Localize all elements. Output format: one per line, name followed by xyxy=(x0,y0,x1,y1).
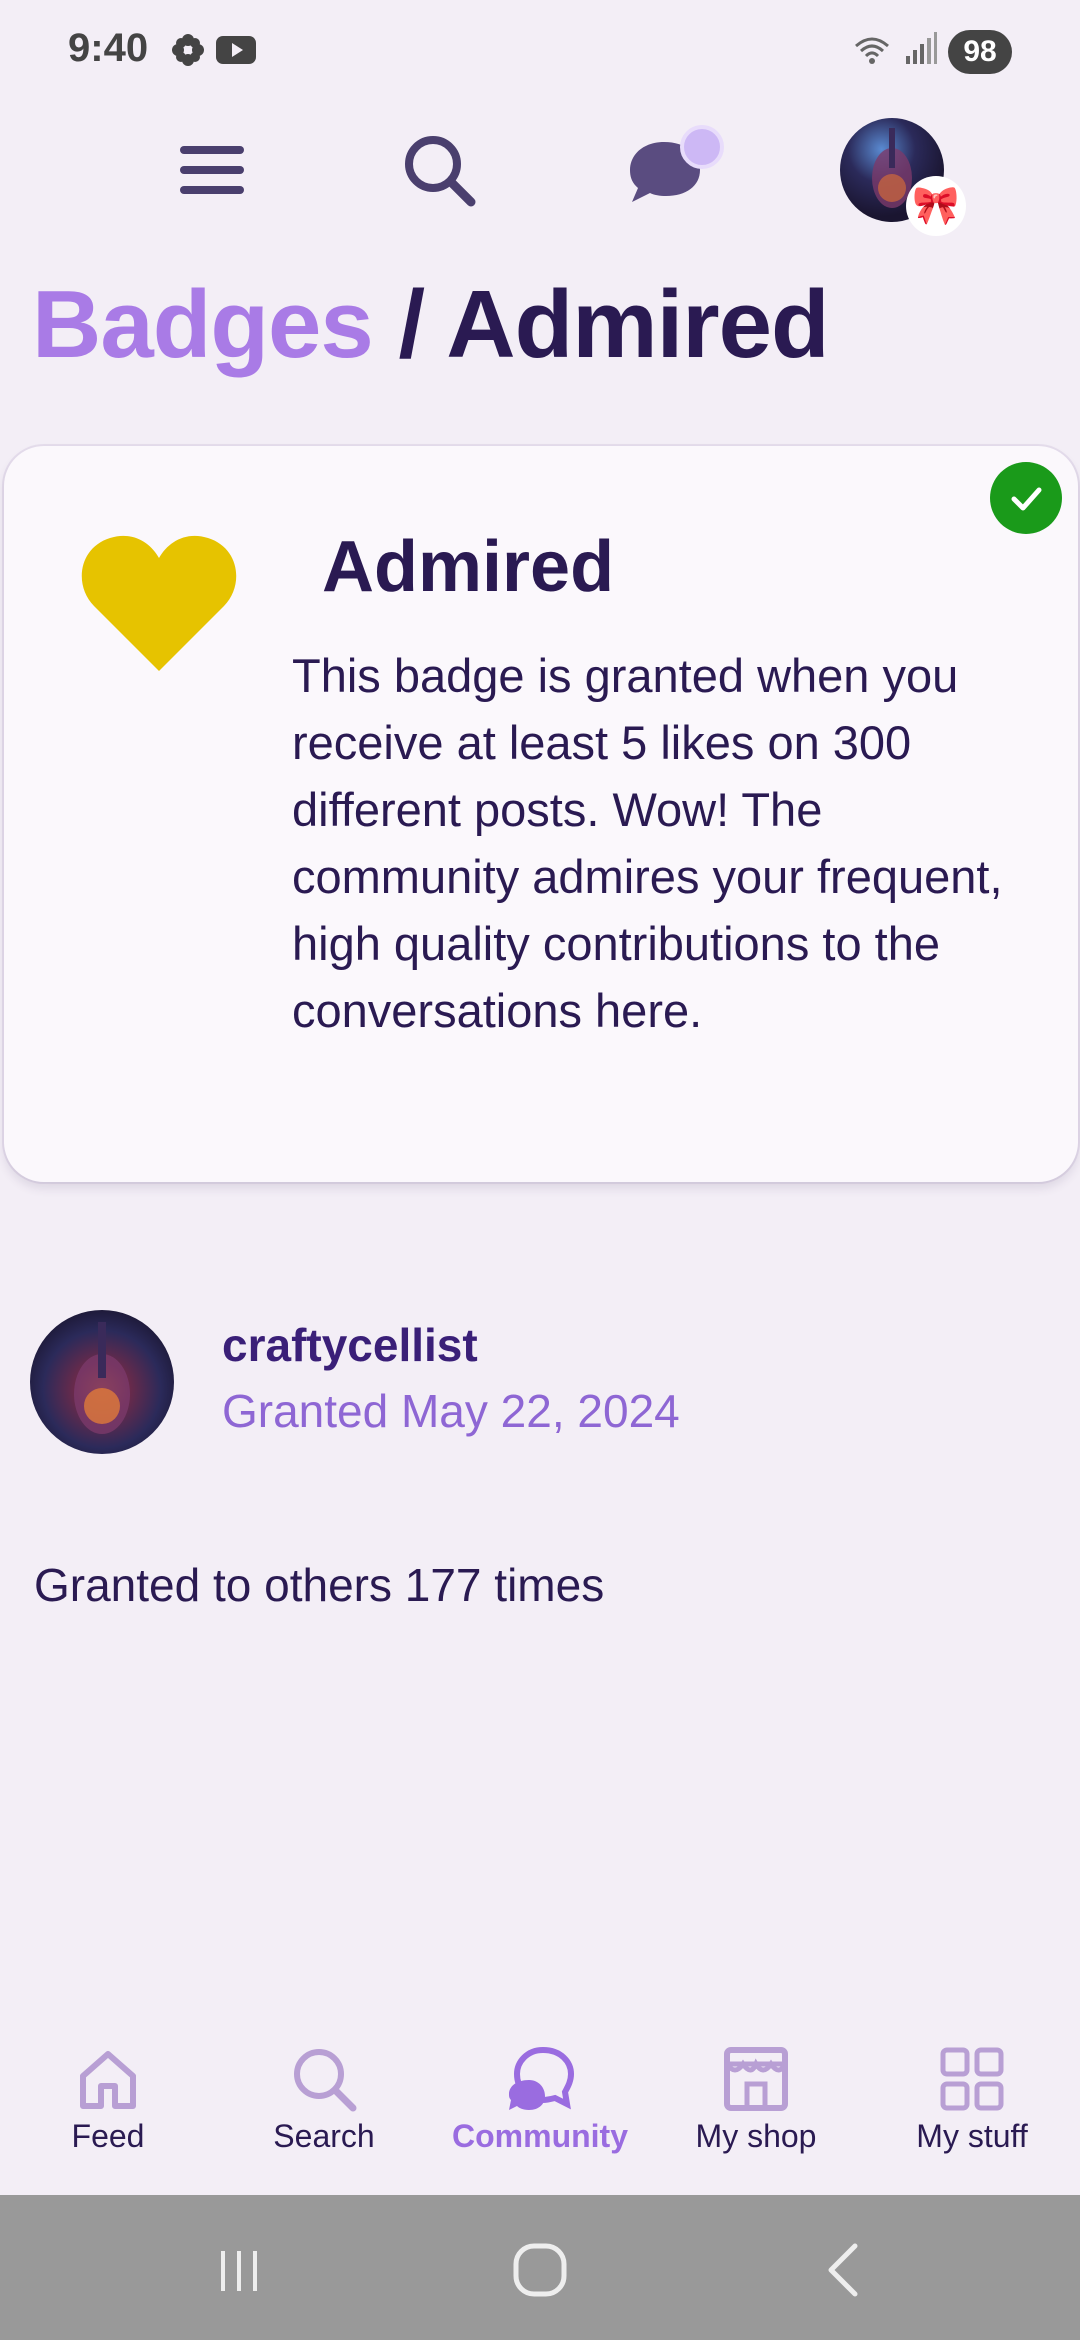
badge-description: This badge is granted when you receive a… xyxy=(292,649,1003,1037)
badge-name: Admired xyxy=(322,527,615,607)
shop-icon xyxy=(724,2047,788,2111)
unread-indicator xyxy=(680,125,724,169)
granted-others-count: Granted to others 177 times xyxy=(34,1559,605,1611)
menu-button[interactable] xyxy=(158,115,268,225)
page-title: Badges / Admired xyxy=(32,270,830,380)
recents-button[interactable] xyxy=(200,2235,280,2305)
bottom-navigation: Feed Search Community My shop My stuff xyxy=(0,2030,1080,2195)
nav-community[interactable]: Community xyxy=(432,2030,648,2195)
search-icon xyxy=(294,2049,357,2112)
hamburger-icon xyxy=(180,146,244,194)
signal-icon xyxy=(904,32,938,73)
grantee-username[interactable]: craftycellist xyxy=(222,1318,478,1372)
status-time: 9:40 xyxy=(68,26,149,70)
heart-icon xyxy=(74,526,244,681)
nav-search[interactable]: Search xyxy=(216,2030,432,2195)
status-bar: 9:40 98 xyxy=(0,0,1080,105)
nav-my-shop-label: My shop xyxy=(695,2118,817,2154)
home-button[interactable] xyxy=(500,2235,580,2305)
nav-my-stuff[interactable]: My stuff xyxy=(864,2030,1080,2195)
youtube-icon xyxy=(216,32,256,73)
breadcrumb-separator: / xyxy=(398,271,425,378)
nav-community-label: Community xyxy=(452,2118,628,2154)
wifi-icon xyxy=(852,32,892,73)
badge-card: Admired This badge is granted when you r… xyxy=(4,446,1078,1182)
bow-badge-icon: 🎀 xyxy=(906,176,966,236)
breadcrumb-badges-link[interactable]: Badges xyxy=(32,271,374,378)
flower-icon xyxy=(170,32,206,73)
recents-icon xyxy=(221,2251,257,2291)
messages-button[interactable] xyxy=(610,115,724,225)
system-navigation-bar xyxy=(0,2195,1080,2340)
cello-image xyxy=(74,1322,130,1434)
community-icon xyxy=(509,2046,575,2110)
nav-my-shop[interactable]: My shop xyxy=(648,2030,864,2195)
home-circle-icon xyxy=(513,2243,567,2297)
nav-feed[interactable]: Feed xyxy=(0,2030,216,2195)
grant-date: Granted May 22, 2024 xyxy=(222,1385,680,1437)
search-button[interactable] xyxy=(384,115,494,225)
grantee-avatar[interactable] xyxy=(30,1310,174,1454)
grid-icon xyxy=(940,2047,1004,2111)
granted-check-icon xyxy=(990,462,1062,534)
home-icon xyxy=(80,2051,136,2109)
nav-my-stuff-label: My stuff xyxy=(916,2118,1028,2154)
back-chevron-icon xyxy=(828,2243,858,2297)
back-button[interactable] xyxy=(804,2235,884,2305)
battery-indicator: 98 xyxy=(948,30,1012,74)
nav-search-label: Search xyxy=(273,2118,375,2154)
breadcrumb-current: Admired xyxy=(446,271,829,378)
search-icon xyxy=(405,136,476,207)
nav-feed-label: Feed xyxy=(71,2118,145,2154)
